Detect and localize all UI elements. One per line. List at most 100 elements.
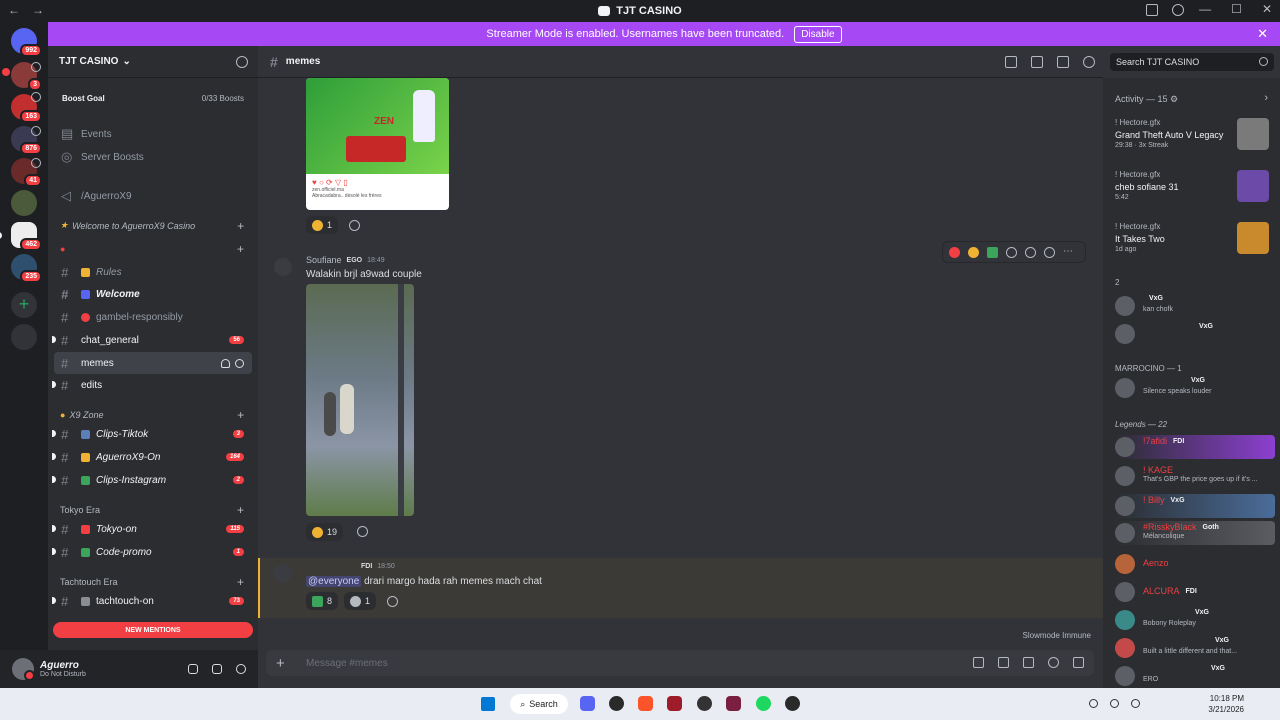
- app-icon[interactable]: [726, 696, 741, 711]
- gif-icon[interactable]: [998, 657, 1009, 668]
- reaction-skull[interactable]: 1: [344, 592, 377, 610]
- member-item[interactable]: VxG kan chofk: [1115, 294, 1275, 318]
- channel-welcome[interactable]: # Welcome: [54, 283, 252, 305]
- create-channel-icon[interactable]: +: [237, 242, 244, 256]
- clock[interactable]: 10:18 PM 3/21/2026: [1208, 693, 1244, 715]
- close-window-icon[interactable]: ✕: [1262, 2, 1272, 16]
- taskbar-search[interactable]: ⌕ Search: [510, 694, 568, 714]
- check-reaction-icon[interactable]: [987, 246, 998, 258]
- category-tokyo[interactable]: Tokyo Era +: [54, 503, 252, 517]
- create-channel-icon[interactable]: +: [237, 408, 244, 422]
- gift-icon[interactable]: [973, 657, 984, 668]
- microphone-icon[interactable]: [188, 664, 198, 674]
- member-item[interactable]: VxG: [1115, 322, 1275, 346]
- headphones-icon[interactable]: [212, 664, 222, 674]
- discord-app-icon[interactable]: [580, 696, 595, 711]
- add-reaction-icon[interactable]: [1006, 246, 1017, 258]
- app-icon[interactable]: [667, 696, 682, 711]
- avatar[interactable]: [274, 564, 292, 582]
- inbox-icon[interactable]: [1146, 4, 1158, 16]
- spotify-icon[interactable]: [756, 696, 771, 711]
- member-item[interactable]: VxG Bobony Roleplay: [1115, 608, 1275, 632]
- reply-icon[interactable]: [1025, 246, 1036, 258]
- microphone-icon[interactable]: [1089, 699, 1098, 708]
- video-attachment[interactable]: [306, 284, 414, 516]
- threads-icon[interactable]: [1005, 56, 1017, 68]
- voice-channel-aguerro[interactable]: ◁/AguerroX9: [54, 185, 252, 207]
- minimize-icon[interactable]: —: [1199, 2, 1211, 16]
- volume-icon[interactable]: [1131, 699, 1140, 708]
- channel-tachtouch-on[interactable]: # tachtouch-on 73: [52, 590, 252, 612]
- activity-card[interactable]: ! Hectore.gfx It Takes Two 1d ago: [1115, 222, 1275, 262]
- create-channel-icon[interactable]: +: [237, 503, 244, 517]
- channel-clips-tiktok[interactable]: # Clips-Tiktok 3: [52, 423, 252, 445]
- member-item[interactable]: ! Billy VxG: [1115, 494, 1275, 518]
- server-boosts-item[interactable]: ◎ Server Boosts: [54, 146, 252, 168]
- member-item[interactable]: !7afidi FDI: [1115, 435, 1275, 459]
- category-unnamed[interactable]: ● +: [54, 242, 252, 256]
- heart-reaction-icon[interactable]: [949, 246, 960, 258]
- server-folder[interactable]: 235: [11, 254, 42, 283]
- member-item[interactable]: VxG ERO: [1115, 664, 1275, 688]
- channel-rules[interactable]: # Rules: [54, 261, 252, 283]
- server-header[interactable]: TJT CASINO ⌄: [48, 46, 258, 78]
- help-icon[interactable]: [1172, 4, 1184, 16]
- notification-bell-icon[interactable]: [1031, 56, 1043, 68]
- app-icon[interactable]: [609, 696, 624, 711]
- add-reaction-icon[interactable]: [349, 220, 360, 231]
- new-mentions-button[interactable]: NEW MENTIONS: [53, 622, 253, 638]
- sticker-icon[interactable]: [1023, 657, 1034, 668]
- activity-header[interactable]: Activity — 15 ⚙: [1115, 94, 1178, 105]
- channel-edits[interactable]: # edits: [52, 374, 252, 396]
- create-channel-icon[interactable]: +: [237, 219, 244, 233]
- member-list-icon[interactable]: [1083, 56, 1095, 68]
- boost-goal[interactable]: Boost Goal 0/33 Boosts: [48, 78, 258, 118]
- member-item[interactable]: Aenzo: [1115, 552, 1275, 576]
- reaction-laugh[interactable]: 19: [306, 523, 344, 541]
- back-arrow-icon[interactable]: ←: [8, 3, 20, 17]
- member-item[interactable]: ! KAGE That's GBP the price goes up if it…: [1115, 464, 1275, 488]
- create-channel-icon[interactable]: +: [237, 575, 244, 589]
- invite-people-icon[interactable]: [236, 56, 248, 68]
- emoji-icon[interactable]: [1048, 657, 1059, 668]
- direct-messages-button[interactable]: 992: [11, 28, 42, 57]
- member-item[interactable]: ALCURA FDI: [1115, 580, 1275, 604]
- add-reaction-icon[interactable]: [387, 596, 398, 607]
- add-member-icon[interactable]: [221, 358, 230, 368]
- server-icon[interactable]: [11, 190, 37, 216]
- gear-icon[interactable]: [235, 358, 244, 368]
- channel-clips-instagram[interactable]: # Clips-Instagram 2: [52, 469, 252, 491]
- wifi-icon[interactable]: [1110, 699, 1119, 708]
- category-welcome[interactable]: ★ Welcome to AguerroX9 Casino +: [54, 219, 252, 233]
- meme-image-attachment[interactable]: ZEN ♥ ○ ⟳ ▽ ▯ zen.officiel.ma Abracadabr…: [306, 78, 449, 210]
- message-composer[interactable]: + Message #memes: [266, 650, 1094, 676]
- channel-aguerrox9-on[interactable]: # AguerroX9-On 164: [52, 446, 252, 468]
- channel-gambel[interactable]: # gambel-responsibly: [54, 306, 252, 328]
- channel-memes[interactable]: # memes: [54, 352, 252, 374]
- maximize-icon[interactable]: ☐: [1231, 2, 1242, 16]
- member-item[interactable]: #RisskyBlack Goth Mélancolique: [1115, 521, 1275, 545]
- server-icon-active[interactable]: 462: [11, 222, 42, 251]
- brave-browser-icon[interactable]: [638, 696, 653, 711]
- add-reaction-icon[interactable]: [357, 526, 368, 537]
- channel-code-promo[interactable]: # Code-promo 1: [52, 541, 252, 563]
- search-input[interactable]: Search TJT CASINO: [1110, 53, 1274, 71]
- channel-chat-general[interactable]: # chat_general 56: [52, 329, 252, 351]
- laugh-reaction-icon[interactable]: [968, 246, 979, 258]
- settings-gear-icon[interactable]: [236, 664, 246, 674]
- forward-icon[interactable]: [1044, 246, 1055, 258]
- more-options-icon[interactable]: ⋯: [1063, 246, 1074, 258]
- user-info[interactable]: Aguerro Do Not Disturb: [40, 660, 86, 678]
- category-x9zone[interactable]: ● X9 Zone +: [54, 408, 252, 422]
- channel-tokyo-on[interactable]: # Tokyo-on 115: [52, 518, 252, 540]
- close-banner-icon[interactable]: ✕: [1257, 26, 1268, 42]
- add-server-icon[interactable]: +: [11, 292, 37, 318]
- app-icon[interactable]: [697, 696, 712, 711]
- windows-start-icon[interactable]: [481, 697, 495, 711]
- events-item[interactable]: ▤ Events: [54, 123, 252, 145]
- discover-icon[interactable]: [11, 324, 37, 350]
- attach-plus-icon[interactable]: +: [276, 655, 290, 672]
- category-tachtouch[interactable]: Tachtouch Era +: [54, 575, 252, 589]
- member-item[interactable]: VxG Built a little different and that...: [1115, 636, 1275, 660]
- chevron-right-icon[interactable]: ›: [1264, 92, 1268, 104]
